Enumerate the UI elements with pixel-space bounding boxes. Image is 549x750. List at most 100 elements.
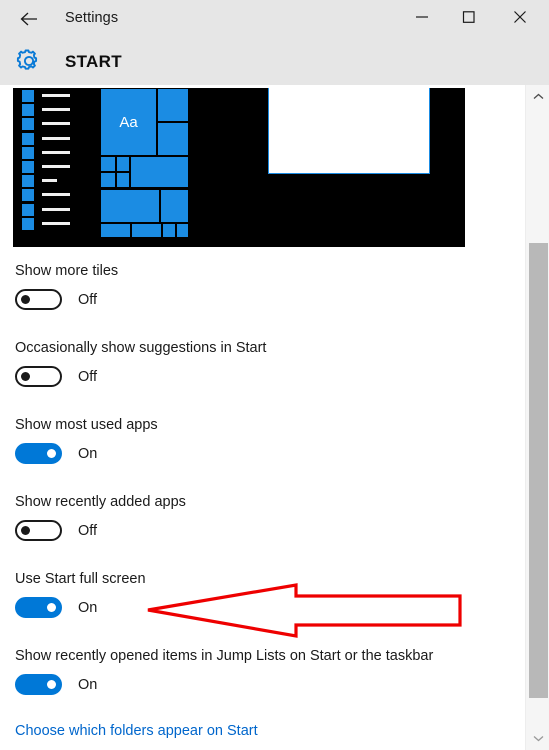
list-item bbox=[22, 104, 82, 117]
list-item bbox=[22, 90, 82, 102]
toggle-row: Off bbox=[15, 366, 266, 387]
toggle-row: On bbox=[15, 443, 158, 464]
preview-tile bbox=[101, 173, 115, 187]
toggle-state-label: Off bbox=[78, 291, 98, 308]
app-tile-icon bbox=[22, 160, 34, 173]
close-icon bbox=[513, 10, 527, 29]
maximize-button[interactable] bbox=[446, 0, 492, 38]
scroll-up-button[interactable] bbox=[526, 85, 549, 109]
setting-label: Show more tiles bbox=[15, 263, 119, 279]
toggle-state-label: On bbox=[78, 676, 98, 693]
app-tile-icon bbox=[22, 104, 34, 117]
preview-tile bbox=[161, 190, 188, 222]
app-tile-icon bbox=[22, 146, 34, 159]
preview-tile-large: Aa bbox=[101, 89, 156, 155]
preview-tile bbox=[158, 123, 188, 155]
toggle-knob bbox=[47, 449, 56, 458]
page-title: START bbox=[65, 52, 122, 71]
toggle-show-suggestions[interactable] bbox=[15, 366, 62, 387]
setting-label: Show recently added apps bbox=[15, 494, 186, 510]
toggle-show-most-used-apps[interactable] bbox=[15, 443, 62, 464]
setting-show-suggestions: Occasionally show suggestions in Start O… bbox=[15, 340, 266, 387]
preview-tile bbox=[163, 224, 175, 237]
preview-tile bbox=[131, 157, 188, 187]
toggle-knob bbox=[21, 295, 30, 304]
list-item bbox=[22, 189, 82, 202]
preview-tile bbox=[132, 224, 161, 237]
setting-show-jump-lists: Show recently opened items in Jump Lists… bbox=[15, 648, 433, 695]
app-tile-icon bbox=[22, 132, 34, 145]
title-bar: Settings bbox=[0, 0, 549, 38]
app-name-line bbox=[42, 221, 70, 225]
preview-tile bbox=[101, 157, 115, 171]
app-tile-icon bbox=[22, 118, 34, 131]
preview-tile bbox=[101, 224, 130, 237]
list-item bbox=[22, 146, 82, 159]
setting-show-more-tiles: Show more tiles Off bbox=[15, 263, 118, 310]
toggle-state-label: On bbox=[78, 599, 98, 616]
setting-label: Use Start full screen bbox=[15, 571, 146, 587]
scrollbar-thumb[interactable] bbox=[529, 243, 548, 698]
toggle-knob bbox=[47, 680, 56, 689]
preview-tile bbox=[117, 173, 129, 187]
app-name-line bbox=[42, 136, 70, 140]
close-button[interactable] bbox=[497, 0, 543, 38]
setting-show-most-used-apps: Show most used apps On bbox=[15, 417, 158, 464]
settings-content: Aa Show more tiles Off Occasionally show… bbox=[0, 85, 525, 750]
list-item bbox=[22, 203, 82, 216]
app-name-line bbox=[42, 179, 57, 183]
setting-show-recently-added-apps: Show recently added apps Off bbox=[15, 494, 186, 541]
minimize-button[interactable] bbox=[399, 0, 445, 38]
gear-icon bbox=[13, 45, 45, 77]
toggle-row: Off bbox=[15, 520, 186, 541]
back-arrow-icon bbox=[19, 11, 39, 27]
app-tile-icon bbox=[22, 189, 34, 202]
chevron-down-icon bbox=[533, 729, 544, 747]
toggle-row: On bbox=[15, 674, 433, 695]
preview-tile bbox=[158, 89, 188, 121]
toggle-row: Off bbox=[15, 289, 118, 310]
preview-app-list bbox=[22, 90, 82, 232]
toggle-show-recently-added-apps[interactable] bbox=[15, 520, 62, 541]
toggle-show-more-tiles[interactable] bbox=[15, 289, 62, 310]
preview-tile-label: Aa bbox=[119, 113, 138, 131]
maximize-icon bbox=[462, 10, 476, 28]
scroll-down-button[interactable] bbox=[526, 726, 549, 750]
choose-folders-link[interactable]: Choose which folders appear on Start bbox=[15, 723, 258, 739]
app-name-line bbox=[42, 94, 70, 97]
preview-tile bbox=[177, 224, 188, 237]
app-name-line bbox=[42, 207, 70, 211]
back-button[interactable] bbox=[10, 4, 48, 34]
toggle-use-start-full-screen[interactable] bbox=[15, 597, 62, 618]
toggle-knob bbox=[47, 603, 56, 612]
preview-tile bbox=[117, 157, 129, 171]
page-header: START bbox=[0, 38, 549, 85]
preview-side-panel bbox=[268, 88, 430, 174]
app-tile-icon bbox=[22, 217, 34, 230]
list-item bbox=[22, 160, 82, 173]
list-item bbox=[22, 118, 82, 131]
setting-use-start-full-screen: Use Start full screen On bbox=[15, 571, 146, 618]
list-item bbox=[22, 217, 82, 230]
preview-tile bbox=[101, 190, 159, 222]
toggle-state-label: Off bbox=[78, 522, 98, 539]
toggle-knob bbox=[21, 526, 30, 535]
app-name-line bbox=[42, 164, 70, 168]
toggle-knob bbox=[21, 372, 30, 381]
toggle-row: On bbox=[15, 597, 146, 618]
toggle-state-label: Off bbox=[78, 368, 98, 385]
scrollbar[interactable] bbox=[525, 85, 549, 750]
toggle-state-label: On bbox=[78, 445, 98, 462]
app-tile-icon bbox=[22, 203, 34, 216]
app-tile-icon bbox=[22, 90, 34, 102]
chevron-up-icon bbox=[533, 88, 544, 106]
app-name-line bbox=[42, 193, 70, 197]
setting-label: Show recently opened items in Jump Lists… bbox=[15, 648, 434, 664]
start-menu-preview-image: Aa bbox=[13, 88, 465, 247]
app-name-line bbox=[42, 122, 70, 126]
toggle-show-jump-lists[interactable] bbox=[15, 674, 62, 695]
app-name-line bbox=[42, 108, 70, 112]
minimize-icon bbox=[415, 10, 429, 28]
app-tile-icon bbox=[22, 175, 34, 188]
list-item bbox=[22, 175, 82, 188]
